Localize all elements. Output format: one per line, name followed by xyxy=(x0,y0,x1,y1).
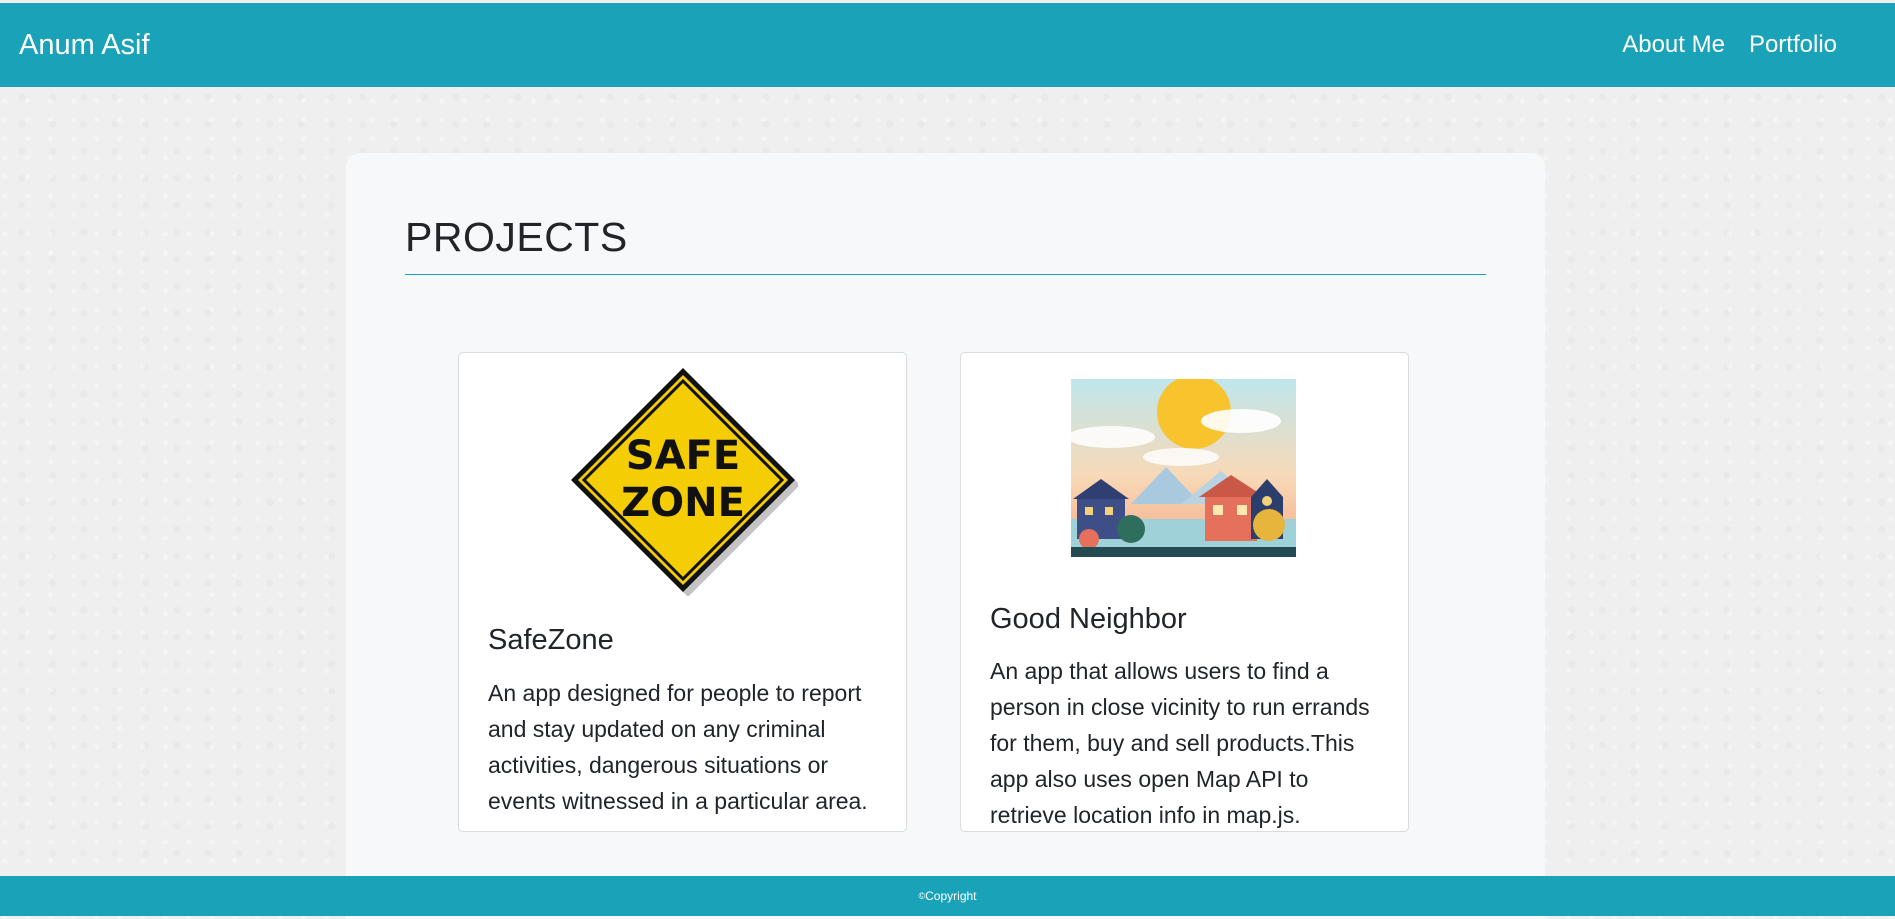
nav-links: About Me Portfolio xyxy=(1622,31,1837,59)
sign-text-zone: ZONE xyxy=(621,480,745,526)
section-divider xyxy=(405,274,1486,275)
project-title: SafeZone xyxy=(488,624,614,656)
brand-link[interactable]: Anum Asif xyxy=(19,29,150,62)
projects-panel: PROJECTS SAFE ZONE SafeZone An app desig… xyxy=(346,153,1545,919)
project-description: An app that allows users to find a perso… xyxy=(990,658,1370,828)
sign-text-safe: SAFE xyxy=(626,433,740,479)
copyright-symbol: © xyxy=(918,891,926,901)
project-card-safezone: SAFE ZONE SafeZone An app designed for p… xyxy=(458,352,907,832)
nav-link-about-me[interactable]: About Me xyxy=(1622,31,1725,59)
top-navbar: Anum Asif About Me Portfolio xyxy=(0,3,1895,87)
neighborhood-illustration-image xyxy=(1071,379,1296,557)
project-title: Good Neighbor xyxy=(990,603,1187,635)
project-card-good-neighbor: Good Neighbor An app that allows users t… xyxy=(960,352,1409,832)
safe-zone-sign-image: SAFE ZONE xyxy=(571,368,798,596)
project-description: An app designed for people to report and… xyxy=(488,680,868,814)
footer: © Copyright xyxy=(0,876,1895,916)
copyright-text: Copyright xyxy=(925,889,977,903)
section-title: PROJECTS xyxy=(405,214,628,260)
nav-link-portfolio[interactable]: Portfolio xyxy=(1749,31,1837,59)
